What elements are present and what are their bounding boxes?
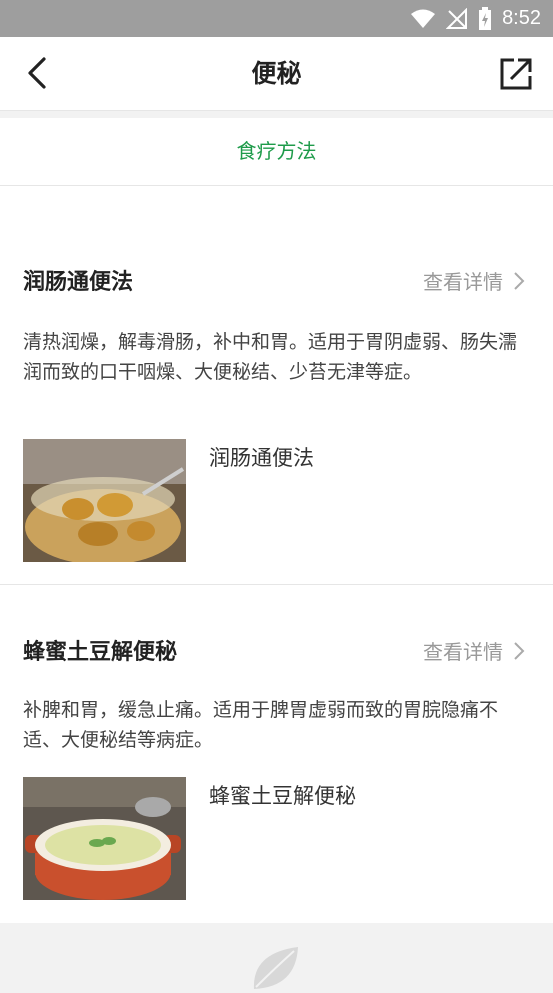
back-icon[interactable] [22,53,56,93]
recipe-card[interactable]: 蜂蜜土豆解便秘 查看详情 补脾和胃，缓急止痛。适用于脾胃虚弱而致的胃脘隐痛不适、… [0,585,553,923]
status-icons: 8:52 [410,0,541,37]
recipe-card[interactable]: 润肠通便法 查看详情 清热润燥，解毒滑肠，补中和胃。适用于胃阴虚弱、肠失濡润而致… [0,186,553,585]
thumbnail-caption: 蜂蜜土豆解便秘 [209,784,356,808]
status-bar: 8:52 [0,0,553,37]
no-signal-icon [446,7,468,29]
recipe-description: 补脾和胃，缓急止痛。适用于脾胃虚弱而致的胃脘隐痛不适、大便秘结等病症。 [23,699,499,751]
share-icon[interactable] [499,57,533,91]
thumbnail-caption: 润肠通便法 [209,446,314,470]
recipe-list: 润肠通便法 查看详情 清热润燥，解毒滑肠，补中和胃。适用于胃阴虚弱、肠失濡润而致… [0,186,553,923]
recipe-description: 清热润燥，解毒滑肠，补中和胃。适用于胃阴虚弱、肠失濡润而致的口干咽燥、大便秘结、… [23,331,518,383]
recipe-thumbnail[interactable] [23,777,186,900]
chevron-right-icon [514,641,525,660]
view-details-link[interactable]: 查看详情 [423,266,525,295]
wifi-icon [411,9,436,28]
battery-charging-icon [479,6,492,30]
soup-pot-image [23,777,186,900]
recipe-title: 润肠通便法 [23,270,134,295]
list-footer [0,923,553,989]
dessert-bowl-image [23,439,186,562]
status-time: 8:52 [502,7,541,29]
tab-diet-therapy[interactable]: 食疗方法 [0,118,553,185]
view-details-label: 查看详情 [423,270,503,294]
leaf-icon [253,947,298,989]
view-details-link[interactable]: 查看详情 [423,636,525,665]
app-bar: 便秘 [0,37,553,111]
tab-bar: 食疗方法 [0,118,553,186]
page-title: 便秘 [251,59,302,88]
view-details-label: 查看详情 [423,640,503,664]
recipe-thumbnail[interactable] [23,439,186,562]
recipe-title: 蜂蜜土豆解便秘 [23,640,178,665]
chevron-right-icon [514,271,525,290]
